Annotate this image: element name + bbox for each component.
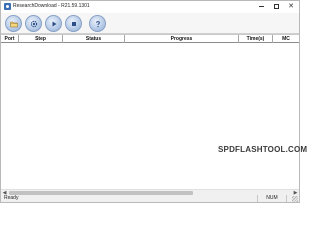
- column-header-time[interactable]: Time(s): [239, 35, 273, 43]
- column-header-port[interactable]: Port: [1, 35, 19, 43]
- window-title: ResearchDownload - R21.59.1301: [13, 3, 90, 9]
- title-bar[interactable]: ResearchDownload - R21.59.1301 ✕: [1, 1, 299, 13]
- settings-icon: [30, 20, 37, 27]
- help-button[interactable]: [89, 15, 106, 32]
- list-header: Port Step Status Progress Time(s) MC: [1, 34, 299, 43]
- toolbar: [1, 13, 299, 34]
- load-packet-button[interactable]: [5, 15, 22, 32]
- status-text: Ready: [4, 195, 19, 201]
- column-header-step[interactable]: Step: [19, 35, 63, 43]
- close-icon: ✕: [288, 3, 294, 10]
- minimize-button[interactable]: [254, 1, 268, 12]
- maximize-button[interactable]: [269, 1, 283, 12]
- resize-grip-icon[interactable]: [292, 196, 298, 202]
- settings-button[interactable]: [25, 15, 42, 32]
- app-window: ResearchDownload - R21.59.1301 ✕ Port St…: [0, 0, 307, 203]
- close-button[interactable]: ✕: [284, 1, 298, 12]
- start-download-button[interactable]: [45, 15, 62, 32]
- status-bar: Ready NUM: [1, 195, 299, 202]
- stop-icon: [71, 21, 76, 26]
- column-header-progress[interactable]: Progress: [125, 35, 239, 43]
- help-icon: [95, 20, 100, 27]
- minimize-icon: [258, 6, 264, 7]
- app-icon: [4, 3, 11, 10]
- column-header-mc[interactable]: MC: [273, 35, 299, 43]
- watermark-text: SPDFLASHTOOL.COM: [218, 145, 308, 154]
- port-list[interactable]: Port Step Status Progress Time(s) MC: [1, 34, 299, 189]
- stop-download-button[interactable]: [65, 15, 82, 32]
- maximize-icon: [273, 4, 279, 9]
- num-lock-indicator: NUM: [257, 195, 287, 202]
- column-header-status[interactable]: Status: [63, 35, 125, 43]
- start-icon: [52, 21, 56, 26]
- load-packet-icon: [9, 21, 18, 27]
